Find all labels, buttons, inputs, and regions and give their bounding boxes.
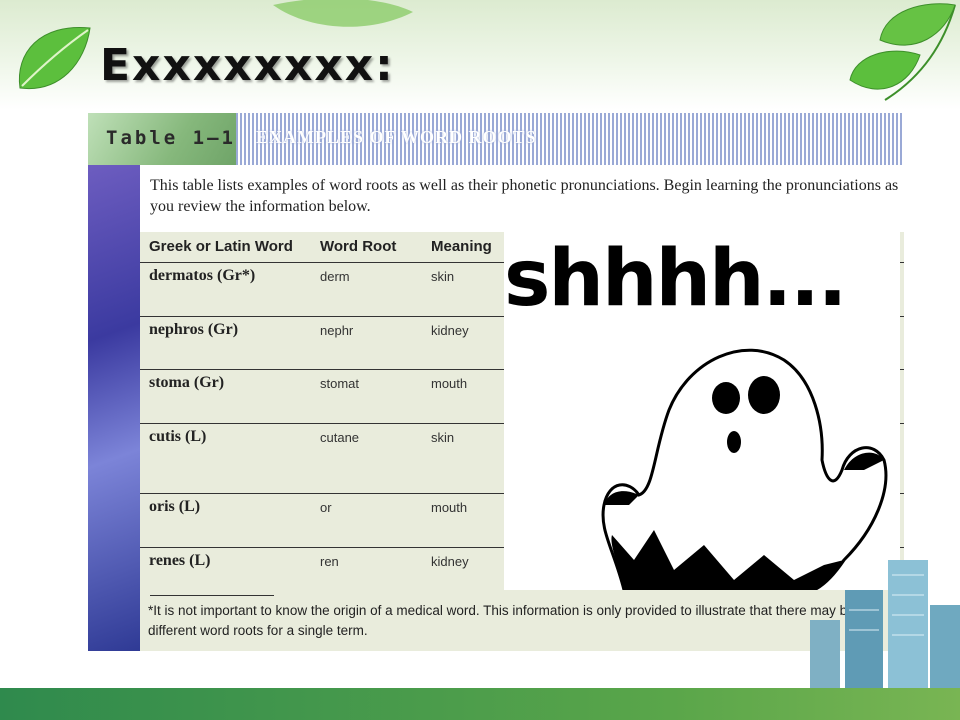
row-word: cutis (L) xyxy=(149,428,207,445)
table-caption: EXAMPLES OF WORD ROOTS xyxy=(256,127,537,147)
table-footnote: *It is not important to know the origin … xyxy=(148,603,880,638)
row-root: stomat xyxy=(320,376,360,391)
leaf-right-icon xyxy=(849,3,956,101)
row-meaning: mouth xyxy=(431,376,468,391)
row-word: nephros (Gr) xyxy=(149,321,239,338)
column-header-root: Word Root xyxy=(320,238,397,255)
leaf-top-icon xyxy=(273,0,413,27)
row-root: or xyxy=(320,500,332,515)
column-header-word: Greek or Latin Word xyxy=(149,238,293,255)
row-word: stoma (Gr) xyxy=(149,374,225,391)
row-root: derm xyxy=(320,269,350,284)
decorative-side-strip xyxy=(88,165,140,651)
row-meaning: kidney xyxy=(431,554,469,569)
table-number-text: Table 1–1 xyxy=(106,127,236,149)
row-word: oris (L) xyxy=(149,498,201,515)
row-meaning: skin xyxy=(431,430,455,445)
row-word: renes (L) xyxy=(149,552,211,569)
row-root: ren xyxy=(320,554,339,569)
row-root: cutane xyxy=(320,430,360,445)
leaf-left-icon xyxy=(18,26,91,90)
row-word: dermatos (Gr*) xyxy=(149,267,256,284)
row-meaning: mouth xyxy=(431,500,468,515)
column-header-meaning: Meaning xyxy=(431,238,492,255)
bottom-bar xyxy=(0,688,960,720)
row-root: nephr xyxy=(320,323,354,338)
shhhh-text: shhhh... xyxy=(504,234,847,324)
table-number-label: Table 1–1 xyxy=(88,113,236,165)
row-meaning: kidney xyxy=(431,323,469,338)
shhhh-ghost-image: shhhh... xyxy=(504,230,900,590)
footnote-rule xyxy=(150,595,274,596)
row-meaning: skin xyxy=(431,269,455,284)
slide-title: Exxxxxxxx: xyxy=(100,40,395,91)
table-intro: This table lists examples of word roots … xyxy=(150,177,899,215)
